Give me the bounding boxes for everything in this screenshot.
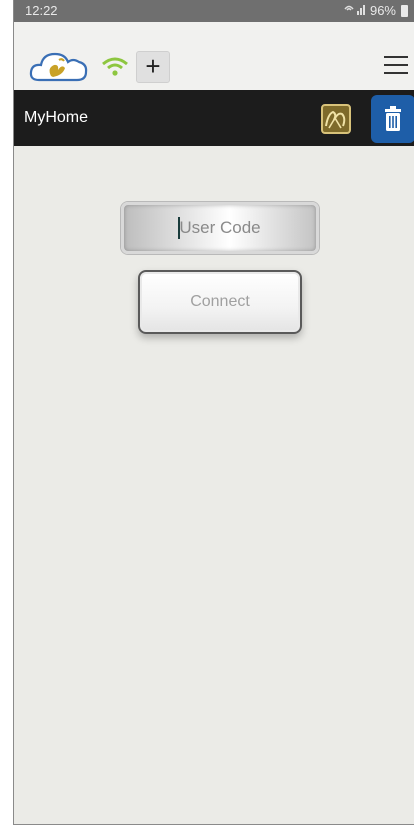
battery-icon — [401, 4, 408, 17]
wifi-icon — [100, 55, 130, 79]
cloud-swan-logo-icon[interactable] — [29, 48, 89, 84]
delete-button[interactable] — [371, 95, 414, 143]
app-toolbar: + — [14, 22, 414, 91]
add-button[interactable]: + — [136, 51, 170, 83]
status-indicators: 96% — [343, 3, 408, 18]
signal-icon — [343, 3, 367, 18]
text-cursor — [178, 217, 180, 239]
trash-icon — [385, 106, 401, 131]
status-time: 12:22 — [25, 3, 58, 18]
status-bar: 12:22 96% — [14, 0, 414, 22]
app-screen: 12:22 96% + MyHome User Code Connect — [13, 0, 414, 825]
hamburger-menu-icon[interactable] — [384, 56, 408, 76]
battery-percent: 96% — [369, 3, 396, 18]
home-title: MyHome — [24, 109, 89, 126]
connect-button[interactable]: Connect — [138, 270, 302, 334]
home-header: MyHome — [14, 90, 414, 146]
swan-pattern-icon[interactable] — [321, 104, 351, 134]
user-code-input[interactable] — [121, 202, 319, 254]
